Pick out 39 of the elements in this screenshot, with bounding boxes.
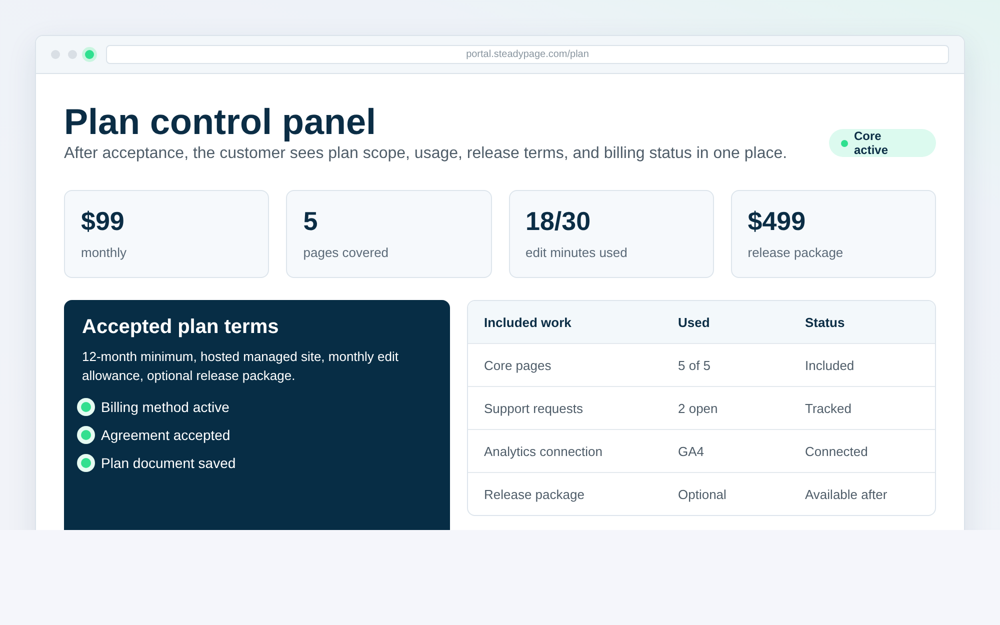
table-cell: Release package [484, 486, 584, 502]
column-header: Included work [484, 314, 572, 330]
checklist-item: Plan document saved [101, 455, 236, 471]
table-cell: GA4 [678, 444, 704, 458]
stat-value: $99 [81, 205, 124, 237]
status-badge: Core active [829, 129, 936, 157]
stat-label: pages covered [303, 245, 389, 260]
table-cell: 2 open [678, 400, 718, 416]
page-subtitle: After acceptance, the customer sees plan scope, usage, release terms, and billing status in one place. [64, 144, 788, 164]
table-cell: Optional [678, 486, 726, 502]
checklist-item: Agreement accepted [101, 427, 230, 443]
check-dot-icon [77, 426, 95, 444]
stat-value: 5 [303, 205, 318, 237]
table-cell: Tracked [805, 400, 852, 416]
check-dot-icon [77, 398, 95, 416]
table-cell: Available after [805, 486, 888, 502]
window-dot [85, 50, 94, 59]
stat-value: 18/30 [526, 205, 591, 237]
column-header: Status [805, 314, 845, 330]
stat-label: monthly [81, 245, 127, 260]
address-bar[interactable]: portal.steadypage.com/plan [106, 45, 949, 64]
table-cell: Analytics connection [484, 444, 603, 458]
checklist-item: Billing method active [101, 399, 230, 415]
stat-label: release package [748, 245, 844, 260]
table-cell: 5 of 5 [678, 358, 711, 372]
stat-label: edit minutes used [526, 245, 628, 260]
check-dot-icon [77, 454, 95, 472]
table-cell: Support requests [484, 400, 584, 416]
table-cell: Included [805, 358, 854, 372]
window-dot [68, 50, 77, 59]
stat-value: $499 [748, 205, 806, 237]
table-cell: Core pages [484, 358, 552, 372]
window-dot [51, 50, 60, 59]
table-cell: Connected [805, 444, 868, 458]
panel-title: Accepted plan terms [82, 316, 279, 339]
page-title: Plan control panel [64, 102, 376, 142]
column-header: Used [678, 314, 710, 330]
status-dot [841, 140, 848, 146]
panel-description: 12-month minimum, hosted managed site, monthly edit allowance, optional release package. [82, 348, 400, 385]
